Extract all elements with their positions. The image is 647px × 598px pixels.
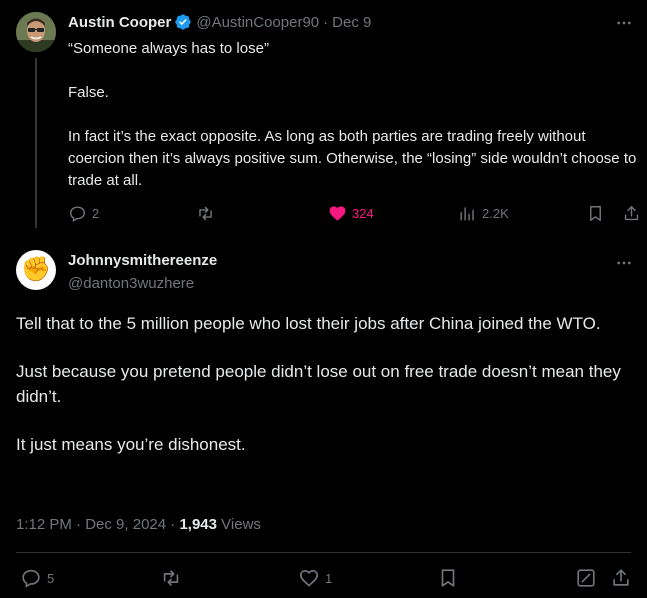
tweet-paragraph: Tell that to the 5 million people who lo… [16, 314, 601, 333]
views-count: 2.2K [482, 206, 509, 221]
tweet-date[interactable]: Dec 9, 2024 [85, 516, 166, 533]
author-name[interactable]: Johnnysmithereenze [68, 252, 217, 269]
thread-connector-line [35, 58, 37, 228]
parent-tweet-text: “Someone always has to lose” False. In f… [68, 38, 638, 192]
share-icon [624, 206, 639, 221]
reply-button[interactable]: 5 [20, 567, 54, 589]
header-separator: · [323, 13, 329, 31]
tweet-paragraph: Just because you pretend people didn’t l… [16, 362, 621, 406]
reply-icon [70, 206, 85, 222]
like-button[interactable]: 324 [328, 204, 374, 223]
focal-tweet-actions: 5 1 [16, 566, 636, 592]
reply-count: 5 [47, 570, 55, 586]
tweet-time[interactable]: 1:12 PM [16, 516, 72, 533]
views-count: 1,943 [179, 516, 217, 533]
more-icon [617, 21, 631, 25]
parent-tweet-header: Austin Cooper @AustinCooper90 · Dec 9 [68, 12, 371, 32]
edit-quote-button[interactable] [575, 567, 597, 589]
author-handle[interactable]: @AustinCooper90 [196, 14, 319, 31]
share-button[interactable] [622, 204, 641, 223]
share-icon [613, 569, 629, 586]
compose-icon [577, 569, 595, 587]
analytics-icon [460, 207, 474, 221]
retweet-icon [199, 206, 212, 221]
divider [16, 552, 631, 553]
tweet-metadata: 1:12 PM · Dec 9, 2024 · 1,943 Views [16, 516, 261, 533]
reply-button[interactable]: 2 [68, 204, 99, 223]
like-count: 1 [325, 570, 333, 586]
like-button[interactable]: 1 [298, 567, 332, 589]
tweet-paragraph: “Someone always has to lose” [68, 40, 269, 57]
retweet-button[interactable] [196, 204, 215, 223]
verified-badge-icon [175, 14, 192, 30]
more-icon [617, 261, 631, 265]
more-options-button[interactable] [615, 14, 633, 32]
retweet-icon [163, 570, 179, 586]
bookmark-button[interactable] [586, 204, 605, 223]
tweet-date[interactable]: Dec 9 [332, 14, 371, 31]
meta-separator: · [170, 516, 176, 533]
reply-count: 2 [92, 206, 100, 221]
retweet-button[interactable] [160, 567, 182, 589]
parent-tweet-actions: 2 324 2.2K [68, 202, 643, 226]
share-button[interactable] [610, 567, 632, 589]
bookmark-button[interactable] [437, 567, 459, 589]
author-handle[interactable]: @danton3wuzhere [68, 275, 194, 292]
more-options-button[interactable] [615, 254, 633, 272]
bookmark-icon [590, 206, 601, 221]
heart-filled-icon [329, 206, 346, 221]
focal-tweet-text: Tell that to the 5 million people who lo… [16, 311, 636, 457]
tweet-paragraph: It just means you’re dishonest. [16, 435, 246, 454]
like-count: 324 [352, 206, 374, 221]
bookmark-icon [441, 569, 455, 587]
avatar-fist-emoji: ✊ [21, 256, 51, 283]
author-avatar[interactable]: ✊ [16, 250, 56, 290]
reply-icon [22, 569, 40, 588]
meta-separator: · [76, 516, 82, 533]
tweet-paragraph: In fact it’s the exact opposite. As long… [68, 128, 637, 189]
heart-icon [299, 570, 319, 587]
views-button[interactable]: 2.2K [458, 204, 509, 223]
author-name[interactable]: Austin Cooper [68, 14, 171, 31]
author-avatar[interactable] [16, 12, 56, 52]
views-label: Views [221, 516, 261, 533]
tweet-paragraph: False. [68, 84, 109, 101]
